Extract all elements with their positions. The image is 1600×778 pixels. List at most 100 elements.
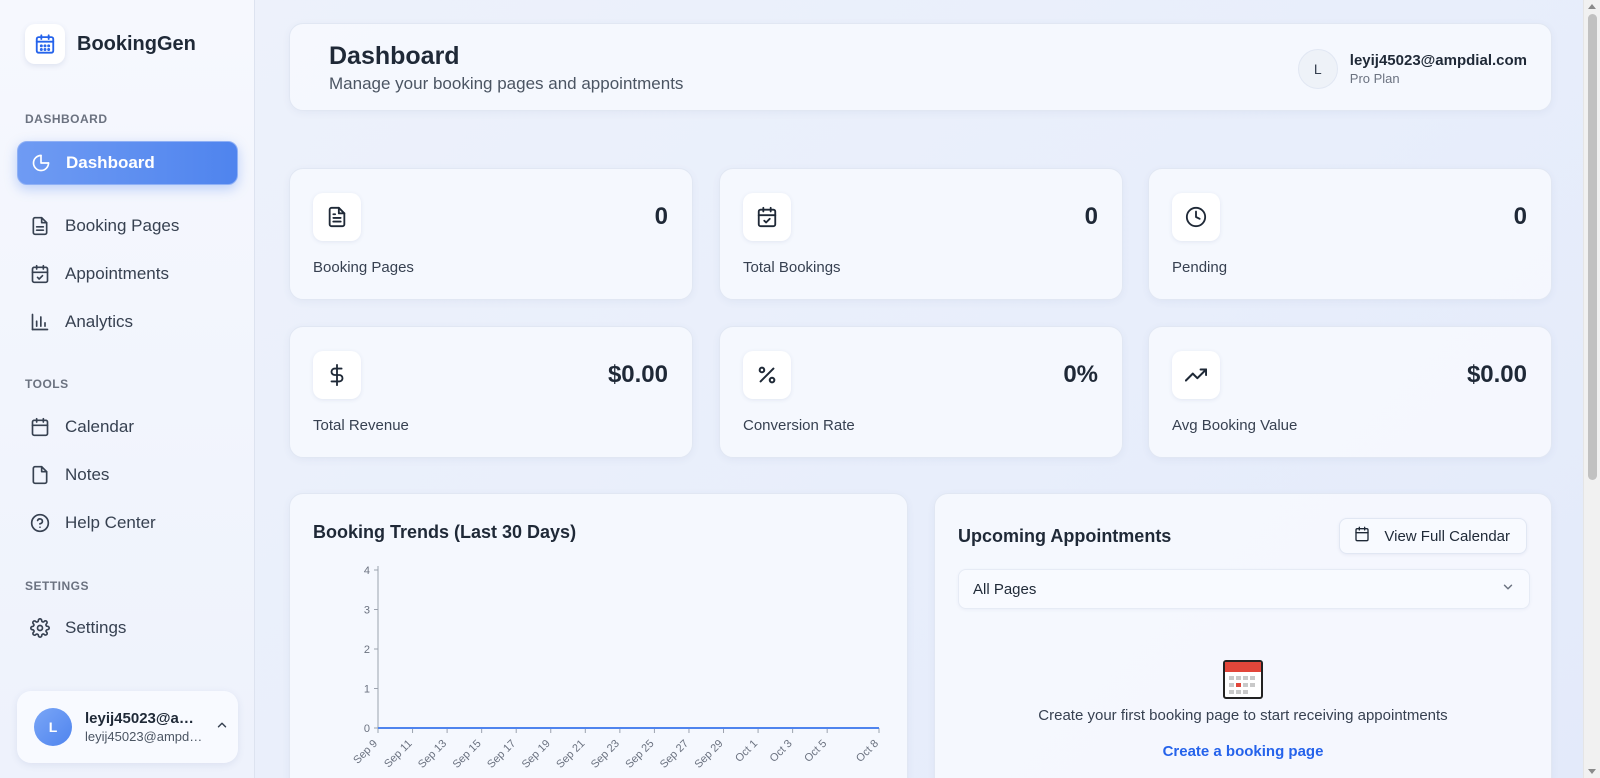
document-icon [313,193,361,241]
user-email: leyij45023@ampdial.com [85,729,205,744]
sidebar-item-label: Booking Pages [65,216,180,235]
file-icon [29,464,51,486]
stat-label: Avg Booking Value [1172,417,1298,434]
stat-card-conversion-rate: 0% Conversion Rate [719,326,1123,458]
stat-value: 0 [654,203,668,230]
x-tick-label: Sep 23 [589,738,622,771]
user-info: leyij45023@ampdial.com leyij45023@ampdia… [85,710,205,744]
calendar-icon [1354,526,1370,546]
chevron-up-icon [215,718,229,737]
stat-card-pending: 0 Pending [1148,168,1552,300]
sidebar-item-label: Notes [65,465,110,484]
sidebar-user-menu[interactable]: L leyij45023@ampdial.com leyij45023@ampd… [17,691,238,763]
y-tick-label: 4 [364,565,370,577]
clock-icon [1172,193,1220,241]
x-tick-label: Sep 27 [658,738,691,771]
x-tick-label: Oct 3 [768,738,795,765]
stat-card-booking-pages: 0 Booking Pages [289,168,693,300]
stat-label: Total Bookings [743,259,841,276]
chevron-down-icon [1501,580,1515,598]
help-circle-icon [29,512,51,534]
page-subtitle: Manage your booking pages and appointmen… [329,74,684,93]
select-value: All Pages [973,580,1037,598]
pie-chart-icon [30,152,52,174]
x-tick-label: Sep 17 [485,738,518,771]
x-tick-label: Sep 19 [520,738,553,771]
sidebar-item-calendar[interactable]: Calendar [17,405,238,449]
x-tick-label: Sep 13 [416,738,449,771]
upcoming-appointments-card: Upcoming Appointments View Full Calendar… [934,493,1552,778]
header-user-email: leyij45023@ampdial.com [1349,52,1527,69]
sidebar-item-label: Settings [65,618,127,637]
button-label: View Full Calendar [1384,527,1510,545]
section-title: Upcoming Appointments [958,526,1172,546]
x-tick-label: Sep 25 [623,738,656,771]
stat-value: 0 [1084,203,1098,230]
page-title: Dashboard [329,42,460,70]
stat-value: 0 [1513,203,1527,230]
scroll-up-arrow-icon[interactable] [1588,4,1596,9]
sidebar-item-settings[interactable]: Settings [17,606,238,650]
stat-card-avg-booking-value: $0.00 Avg Booking Value [1148,326,1552,458]
sidebar-item-appointments[interactable]: Appointments [17,252,238,296]
calendar-check-icon [29,263,51,285]
sidebar-item-booking-pages[interactable]: Booking Pages [17,204,238,248]
stat-value: $0.00 [607,361,668,388]
empty-state-text: Create your first booking page to start … [1038,707,1448,724]
stat-label: Conversion Rate [743,417,855,434]
x-tick-label: Sep 11 [382,738,415,771]
brand-name: BookingGen [77,32,196,55]
stat-label: Total Revenue [313,417,409,434]
sidebar-item-label: Analytics [65,312,134,331]
plan-badge: Pro Plan [1349,71,1400,86]
sidebar-item-label: Appointments [65,264,169,283]
calendar-icon [29,416,51,438]
section-label-tools: TOOLS [25,377,69,391]
x-tick-label: Oct 5 [802,738,829,765]
sidebar-item-notes[interactable]: Notes [17,453,238,497]
bar-chart-icon [29,311,51,333]
sidebar-item-label: Dashboard [66,153,155,172]
stat-label: Pending [1172,259,1228,276]
sidebar: BookingGen DASHBOARD Dashboard Booking P… [0,0,255,778]
page-scrollbar[interactable] [1583,0,1600,778]
gear-icon [29,617,51,639]
y-tick-label: 1 [364,684,370,696]
avatar: L [34,708,72,746]
scrollbar-thumb[interactable] [1588,14,1597,480]
stat-value: $0.00 [1466,361,1527,388]
dollar-icon [313,351,361,399]
scroll-down-arrow-icon[interactable] [1588,769,1596,774]
brand[interactable]: BookingGen [25,24,196,64]
page-filter-select[interactable]: All Pages [958,569,1530,609]
calendar-emoji-icon [1223,659,1263,704]
header-user[interactable]: L leyij45023@ampdial.com Pro Plan [1297,49,1527,89]
trending-up-icon [1172,351,1220,399]
x-tick-label: Oct 1 [733,738,760,765]
x-tick-label: Oct 8 [854,738,881,765]
x-tick-label: Sep 9 [351,738,380,767]
section-label-dashboard: DASHBOARD [25,112,108,126]
sidebar-item-label: Help Center [65,513,156,532]
y-tick-label: 3 [364,605,370,617]
y-tick-label: 0 [364,723,370,735]
stat-label: Booking Pages [313,259,414,276]
page-header: Dashboard Manage your booking pages and … [289,23,1552,111]
avatar: L [1297,49,1338,89]
x-tick-label: Sep 29 [692,738,725,771]
sidebar-item-help-center[interactable]: Help Center [17,501,238,545]
calendar-logo-icon [25,24,65,64]
calendar-check-icon [743,193,791,241]
sidebar-item-label: Calendar [65,417,134,436]
view-full-calendar-button[interactable]: View Full Calendar [1339,518,1527,554]
sidebar-item-analytics[interactable]: Analytics [17,300,238,344]
booking-trends-card: Booking Trends (Last 30 Days) 0 1 2 3 4 Sep 9… [289,493,908,778]
x-tick-label: Sep 15 [451,738,484,771]
x-tick-label: Sep 21 [554,738,587,771]
booking-trends-chart: 0 1 2 3 4 Sep 9 Sep 11 Sep 13 Sep 15 Sep 17 Sep 19… [351,565,881,771]
y-tick-label: 2 [364,644,370,656]
stat-card-total-revenue: $0.00 Total Revenue [289,326,693,458]
create-booking-page-link[interactable]: Create a booking page [935,743,1551,760]
percent-icon [743,351,791,399]
sidebar-item-dashboard[interactable]: Dashboard [17,141,238,185]
